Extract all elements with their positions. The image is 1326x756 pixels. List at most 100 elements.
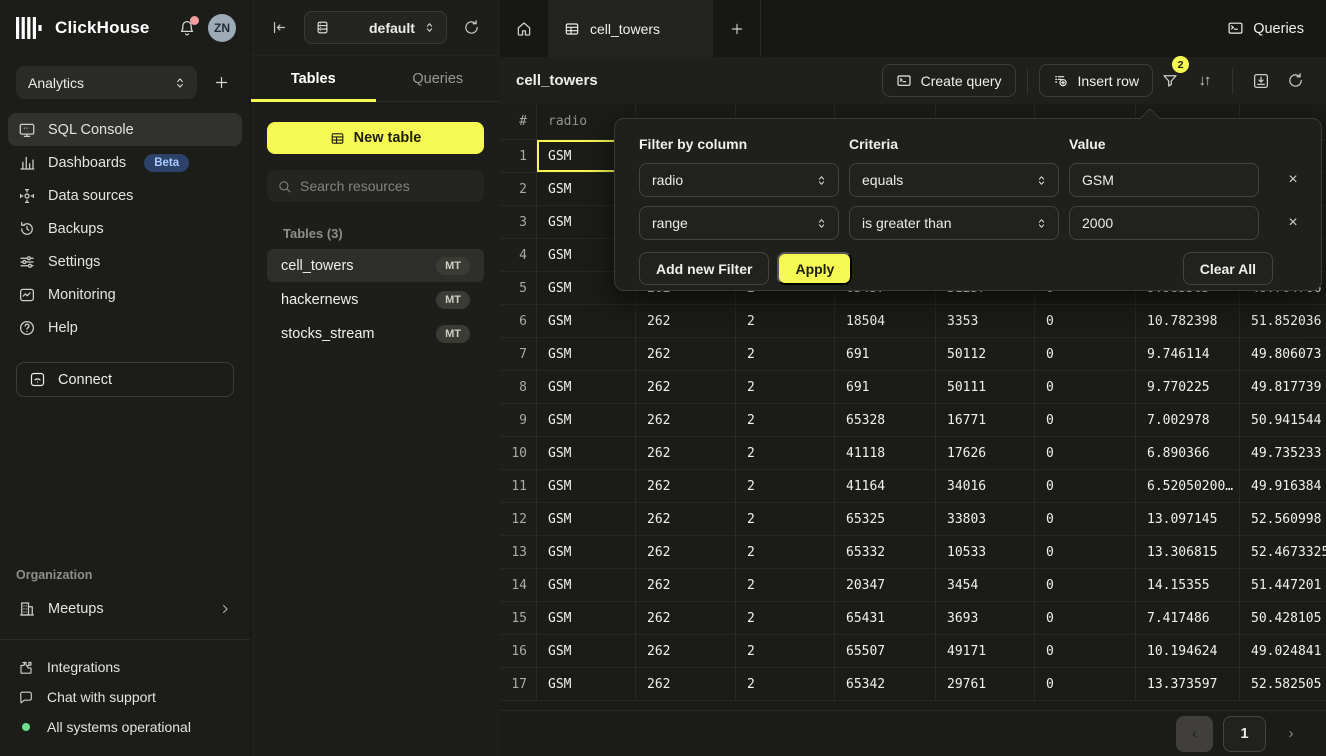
table-cell[interactable]: 65332 [835,536,936,569]
table-cell[interactable]: 10.782398 [1136,305,1240,338]
table-cell[interactable]: 0 [1035,536,1136,569]
table-cell[interactable]: 50.941544 [1240,404,1326,437]
row-number[interactable]: 2 [500,173,537,206]
table-cell[interactable]: 49.916384 [1240,470,1326,503]
new-table-button[interactable]: New table [267,122,484,154]
refresh-panel-icon[interactable] [459,15,484,40]
table-cell[interactable]: 13.306815 [1136,536,1240,569]
sidebar-item-sql-console[interactable]: SQL Console [8,113,242,146]
table-cell[interactable]: 52.582505 [1240,668,1326,701]
table-cell[interactable]: 65507 [835,635,936,668]
column-header[interactable]: # [500,104,537,140]
table-cell[interactable]: GSM [537,503,636,536]
table-cell[interactable]: 41164 [835,470,936,503]
table-cell[interactable]: 262 [636,668,736,701]
table-cell[interactable]: 2 [736,569,835,602]
table-cell[interactable]: 0 [1035,305,1136,338]
row-number[interactable]: 6 [500,305,537,338]
avatar[interactable]: ZN [208,14,236,42]
queries-button[interactable]: Queries [1227,20,1304,37]
table-cell[interactable]: 3353 [936,305,1035,338]
table-cell[interactable]: 262 [636,569,736,602]
row-number[interactable]: 9 [500,404,537,437]
table-cell[interactable]: 262 [636,635,736,668]
table-cell[interactable]: 7.002978 [1136,404,1240,437]
table-cell[interactable]: GSM [537,437,636,470]
table-cell[interactable]: 65342 [835,668,936,701]
sidebar-item-help[interactable]: Help [8,311,242,344]
table-cell[interactable]: 50111 [936,371,1035,404]
table-cell[interactable]: 41118 [835,437,936,470]
table-cell[interactable]: 10533 [936,536,1035,569]
refresh-table-button[interactable] [1278,64,1312,97]
sidebar-item-monitoring[interactable]: Monitoring [8,278,242,311]
sidebar-item-meetups[interactable]: Meetups [8,592,242,625]
table-cell[interactable]: 17626 [936,437,1035,470]
table-cell[interactable]: 691 [835,371,936,404]
connect-button[interactable]: Connect [16,362,234,397]
sidebar-item-data-sources[interactable]: Data sources [8,179,242,212]
table-cell[interactable]: 2 [736,404,835,437]
table-cell[interactable]: 34016 [936,470,1035,503]
filter-criteria-select[interactable]: equals [849,163,1059,197]
table-cell[interactable]: 49.024841 [1240,635,1326,668]
row-number[interactable]: 11 [500,470,537,503]
table-cell[interactable]: 0 [1035,569,1136,602]
table-cell[interactable]: 20347 [835,569,936,602]
table-cell[interactable]: GSM [537,668,636,701]
table-cell[interactable]: 262 [636,371,736,404]
table-cell[interactable]: GSM [537,305,636,338]
workspace-select[interactable]: Analytics [16,66,197,99]
table-cell[interactable]: 6.52050200… [1136,470,1240,503]
current-page-button[interactable]: 1 [1223,716,1266,752]
table-cell[interactable]: 0 [1035,635,1136,668]
table-cell[interactable]: 2 [736,338,835,371]
table-cell[interactable]: GSM [537,371,636,404]
table-cell[interactable]: 2 [736,437,835,470]
table-cell[interactable]: 51.447201 [1240,569,1326,602]
table-cell[interactable]: 262 [636,602,736,635]
table-cell[interactable]: GSM [537,602,636,635]
tab-tables[interactable]: Tables [251,56,376,101]
table-cell[interactable]: GSM [537,569,636,602]
table-cell[interactable]: 9.770225 [1136,371,1240,404]
table-cell[interactable]: 262 [636,470,736,503]
sort-button[interactable]: ↓↑ [1187,64,1221,97]
system-status[interactable]: All systems operational [8,712,242,742]
table-cell[interactable]: 65325 [835,503,936,536]
table-cell[interactable]: 13.373597 [1136,668,1240,701]
tab-queries[interactable]: Queries [376,56,501,101]
sidebar-item-backups[interactable]: Backups [8,212,242,245]
table-cell[interactable]: 33803 [936,503,1035,536]
search-resources-input[interactable] [300,178,474,194]
table-cell[interactable]: 0 [1035,503,1136,536]
table-cell[interactable]: 51.852036 [1240,305,1326,338]
table-cell[interactable]: 0 [1035,602,1136,635]
table-cell[interactable]: 0 [1035,437,1136,470]
filter-value-input[interactable] [1082,215,1248,231]
table-list-item-hackernews[interactable]: hackernews MT [267,283,484,316]
table-cell[interactable]: 0 [1035,668,1136,701]
table-cell[interactable]: 262 [636,437,736,470]
row-number[interactable]: 13 [500,536,537,569]
table-cell[interactable]: GSM [537,470,636,503]
table-cell[interactable]: 14.15355 [1136,569,1240,602]
row-number[interactable]: 17 [500,668,537,701]
sidebar-item-settings[interactable]: Settings [8,245,242,278]
remove-filter-button[interactable]: × [1269,214,1317,232]
table-cell[interactable]: 9.746114 [1136,338,1240,371]
table-list-item-stocks-stream[interactable]: stocks_stream MT [267,317,484,350]
next-page-button[interactable]: › [1276,716,1306,752]
table-cell[interactable]: 29761 [936,668,1035,701]
table-cell[interactable]: 49.806073 [1240,338,1326,371]
table-cell[interactable]: 0 [1035,404,1136,437]
row-number[interactable]: 3 [500,206,537,239]
table-cell[interactable]: 262 [636,404,736,437]
collapse-panel-icon[interactable] [267,15,292,40]
table-list-item-cell-towers[interactable]: cell_towers MT [267,249,484,282]
prev-page-button[interactable]: ‹ [1176,716,1213,752]
filter-value-input[interactable] [1082,172,1248,188]
table-cell[interactable]: 49.817739 [1240,371,1326,404]
table-cell[interactable]: GSM [537,635,636,668]
table-cell[interactable]: GSM [537,338,636,371]
